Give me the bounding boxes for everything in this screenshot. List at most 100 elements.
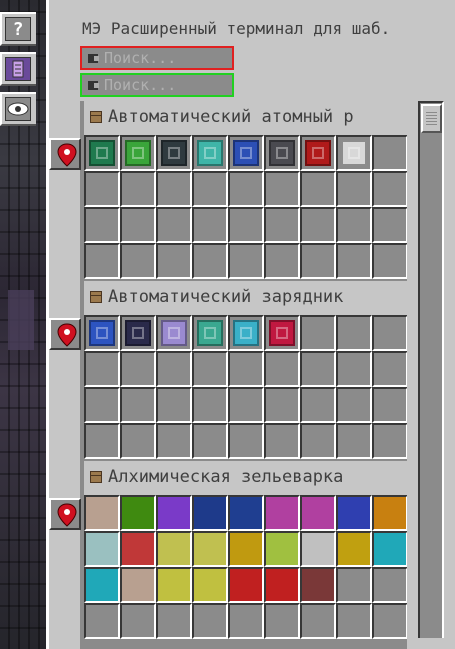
pattern-slot[interactable] (336, 387, 372, 423)
pattern-slot[interactable] (228, 387, 264, 423)
pattern-slot[interactable] (120, 351, 156, 387)
pattern-slot[interactable] (156, 135, 192, 171)
pattern-tab[interactable] (0, 52, 36, 86)
pattern-slot[interactable] (336, 603, 372, 639)
pattern-slot[interactable] (84, 243, 120, 279)
pattern-slot[interactable] (264, 243, 300, 279)
pattern-slot[interactable] (300, 387, 336, 423)
pattern-slot[interactable] (372, 243, 407, 279)
pattern-slot[interactable] (156, 243, 192, 279)
help-tab[interactable]: ? (0, 12, 36, 46)
pattern-slot[interactable] (264, 567, 300, 603)
highlight-location-button[interactable] (49, 498, 81, 530)
pattern-slot[interactable] (120, 171, 156, 207)
pattern-slot[interactable] (84, 387, 120, 423)
pattern-slot[interactable] (228, 207, 264, 243)
pattern-slot[interactable] (372, 351, 407, 387)
pattern-slot[interactable] (336, 171, 372, 207)
pattern-slot[interactable] (264, 495, 300, 531)
search-box-primary[interactable] (80, 46, 234, 70)
highlight-location-button[interactable] (49, 138, 81, 170)
highlight-location-button[interactable] (49, 318, 81, 350)
pattern-slot[interactable] (264, 603, 300, 639)
pattern-slot[interactable] (84, 207, 120, 243)
pattern-slot[interactable] (192, 171, 228, 207)
pattern-slot[interactable] (336, 351, 372, 387)
pattern-slot[interactable] (228, 351, 264, 387)
pattern-slot[interactable] (336, 207, 372, 243)
pattern-slot[interactable] (120, 567, 156, 603)
pattern-slot[interactable] (192, 387, 228, 423)
pattern-slot[interactable] (372, 423, 407, 459)
pattern-slot[interactable] (372, 135, 407, 171)
pattern-slot[interactable] (300, 351, 336, 387)
pattern-slot[interactable] (192, 423, 228, 459)
pattern-slot[interactable] (300, 531, 336, 567)
pattern-slot[interactable] (228, 135, 264, 171)
pattern-slot[interactable] (156, 603, 192, 639)
pattern-slot[interactable] (228, 531, 264, 567)
pattern-slot[interactable] (264, 135, 300, 171)
pattern-slot[interactable] (336, 423, 372, 459)
pattern-slot[interactable] (264, 351, 300, 387)
pattern-slot[interactable] (300, 171, 336, 207)
pattern-slot[interactable] (156, 315, 192, 351)
pattern-slot[interactable] (336, 567, 372, 603)
pattern-slot[interactable] (300, 567, 336, 603)
pattern-slot[interactable] (336, 135, 372, 171)
pattern-slot[interactable] (84, 171, 120, 207)
pattern-slot[interactable] (264, 207, 300, 243)
pattern-slot[interactable] (156, 531, 192, 567)
search-box-secondary[interactable] (80, 73, 234, 97)
pattern-slot[interactable] (228, 567, 264, 603)
pattern-slot[interactable] (120, 603, 156, 639)
pattern-slot[interactable] (372, 207, 407, 243)
pattern-slot[interactable] (120, 423, 156, 459)
pattern-slot[interactable] (228, 423, 264, 459)
pattern-slot[interactable] (300, 315, 336, 351)
pattern-slot[interactable] (228, 243, 264, 279)
pattern-slot[interactable] (84, 135, 120, 171)
pattern-slot[interactable] (156, 351, 192, 387)
pattern-slot[interactable] (336, 531, 372, 567)
pattern-slot[interactable] (228, 603, 264, 639)
pattern-slot[interactable] (156, 171, 192, 207)
search-input-secondary[interactable] (104, 76, 229, 94)
pattern-slot[interactable] (192, 495, 228, 531)
pattern-slot[interactable] (192, 243, 228, 279)
pattern-slot[interactable] (228, 171, 264, 207)
pattern-slot[interactable] (372, 495, 407, 531)
pattern-slot[interactable] (300, 243, 336, 279)
pattern-slot[interactable] (120, 531, 156, 567)
pattern-slot[interactable] (372, 603, 407, 639)
scrollbar-thumb[interactable] (421, 104, 442, 133)
pattern-slot[interactable] (156, 207, 192, 243)
pattern-slot[interactable] (120, 207, 156, 243)
pattern-slot[interactable] (192, 207, 228, 243)
pattern-slot[interactable] (300, 423, 336, 459)
pattern-slot[interactable] (372, 387, 407, 423)
pattern-slot[interactable] (84, 423, 120, 459)
pattern-slot[interactable] (192, 567, 228, 603)
pattern-slot[interactable] (300, 135, 336, 171)
pattern-slot[interactable] (372, 315, 407, 351)
search-input-primary[interactable] (104, 49, 229, 67)
pattern-slot[interactable] (228, 315, 264, 351)
pattern-slot[interactable] (84, 351, 120, 387)
pattern-slot[interactable] (264, 531, 300, 567)
pattern-slot[interactable] (120, 495, 156, 531)
pattern-slot[interactable] (372, 171, 407, 207)
pattern-slot[interactable] (156, 567, 192, 603)
pattern-slot[interactable] (264, 387, 300, 423)
pattern-slot[interactable] (84, 315, 120, 351)
pattern-slot[interactable] (372, 531, 407, 567)
pattern-slot[interactable] (84, 603, 120, 639)
pattern-slot[interactable] (336, 495, 372, 531)
pattern-slot[interactable] (300, 603, 336, 639)
pattern-slot[interactable] (264, 171, 300, 207)
pattern-slot[interactable] (120, 135, 156, 171)
pattern-slot[interactable] (192, 315, 228, 351)
pattern-slot[interactable] (120, 387, 156, 423)
view-mode-tab[interactable] (0, 92, 36, 126)
pattern-slot[interactable] (192, 603, 228, 639)
